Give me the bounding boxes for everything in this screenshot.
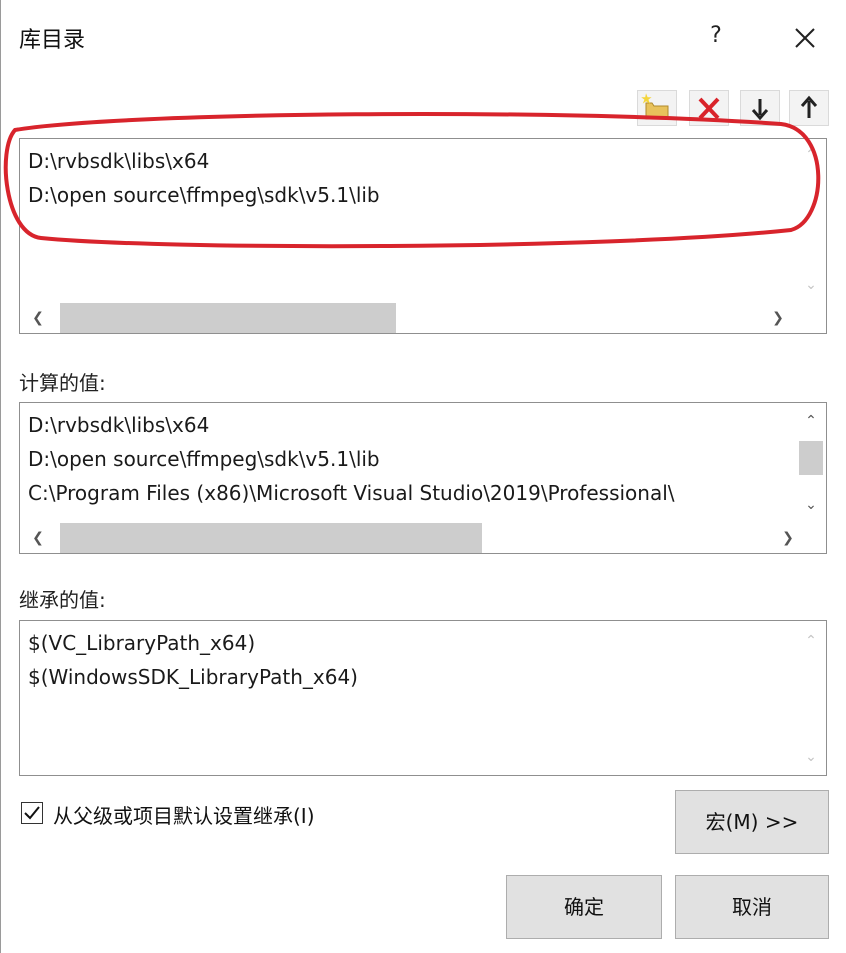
dialog-title: 库目录: [19, 28, 86, 53]
inherit-checkbox[interactable]: [21, 802, 43, 824]
horizontal-scroll-thumb[interactable]: [60, 523, 482, 553]
evaluated-value-label: 计算的值:: [19, 371, 106, 395]
delete-button[interactable]: [689, 90, 729, 126]
vertical-scrollbar[interactable]: ⌃ ⌄: [796, 403, 826, 523]
list-item: $(WindowsSDK_LibraryPath_x64): [28, 665, 358, 689]
macros-button[interactable]: 宏(M) >>: [675, 790, 829, 854]
inherited-value-list[interactable]: $(VC_LibraryPath_x64) $(WindowsSDK_Libra…: [19, 620, 827, 776]
scroll-up-icon[interactable]: ⌃: [799, 409, 823, 433]
vertical-scroll-thumb[interactable]: [799, 441, 823, 475]
vertical-scrollbar[interactable]: ⌃ ⌄: [796, 139, 826, 303]
move-up-icon: [800, 95, 818, 118]
help-button[interactable]: ?: [701, 18, 731, 54]
scroll-right-icon[interactable]: ❯: [776, 526, 800, 550]
scroll-down-icon[interactable]: ⌄: [799, 493, 823, 517]
horizontal-scroll-thumb[interactable]: [60, 303, 396, 333]
close-button[interactable]: [785, 18, 825, 58]
scroll-down-icon[interactable]: ⌄: [799, 273, 823, 297]
scroll-down-icon[interactable]: ⌄: [799, 745, 823, 769]
new-line-button[interactable]: [637, 90, 677, 126]
delete-icon: [698, 97, 720, 120]
scroll-up-icon[interactable]: ⌃: [799, 143, 823, 167]
move-down-button[interactable]: [740, 90, 780, 126]
ok-button[interactable]: 确定: [506, 875, 662, 939]
list-item: C:\Program Files (x86)\Microsoft Visual …: [28, 481, 675, 505]
checkmark-icon: [24, 806, 40, 820]
close-icon: [795, 28, 815, 48]
evaluated-value-list[interactable]: D:\rvbsdk\libs\x64 D:\open source\ffmpeg…: [19, 402, 827, 554]
scroll-left-icon[interactable]: ❮: [26, 526, 50, 550]
cancel-button[interactable]: 取消: [675, 875, 829, 939]
horizontal-scrollbar[interactable]: ❮ ❯: [20, 303, 826, 333]
list-item[interactable]: D:\rvbsdk\libs\x64: [28, 149, 209, 173]
new-line-icon: [641, 93, 669, 120]
library-directories-dialog: 库目录 ? D:\rvbsdk\libs\x64 D:\open source\…: [0, 0, 846, 953]
move-up-button[interactable]: [789, 90, 829, 126]
list-item: D:\open source\ffmpeg\sdk\v5.1\lib: [28, 447, 380, 471]
vertical-scrollbar[interactable]: ⌃ ⌄: [796, 621, 826, 775]
list-item: D:\rvbsdk\libs\x64: [28, 413, 210, 437]
inherit-checkbox-label[interactable]: 从父级或项目默认设置继承(I): [53, 800, 315, 829]
scroll-up-icon[interactable]: ⌃: [799, 629, 823, 653]
inherited-value-label: 继承的值:: [19, 588, 106, 612]
move-down-icon: [751, 99, 769, 121]
list-item: $(VC_LibraryPath_x64): [28, 631, 256, 655]
scroll-left-icon[interactable]: ❮: [26, 306, 50, 330]
list-item[interactable]: D:\open source\ffmpeg\sdk\v5.1\lib: [28, 183, 380, 207]
horizontal-scrollbar[interactable]: ❮ ❯: [20, 523, 826, 553]
scroll-right-icon[interactable]: ❯: [766, 306, 790, 330]
directory-list[interactable]: D:\rvbsdk\libs\x64 D:\open source\ffmpeg…: [19, 138, 827, 334]
